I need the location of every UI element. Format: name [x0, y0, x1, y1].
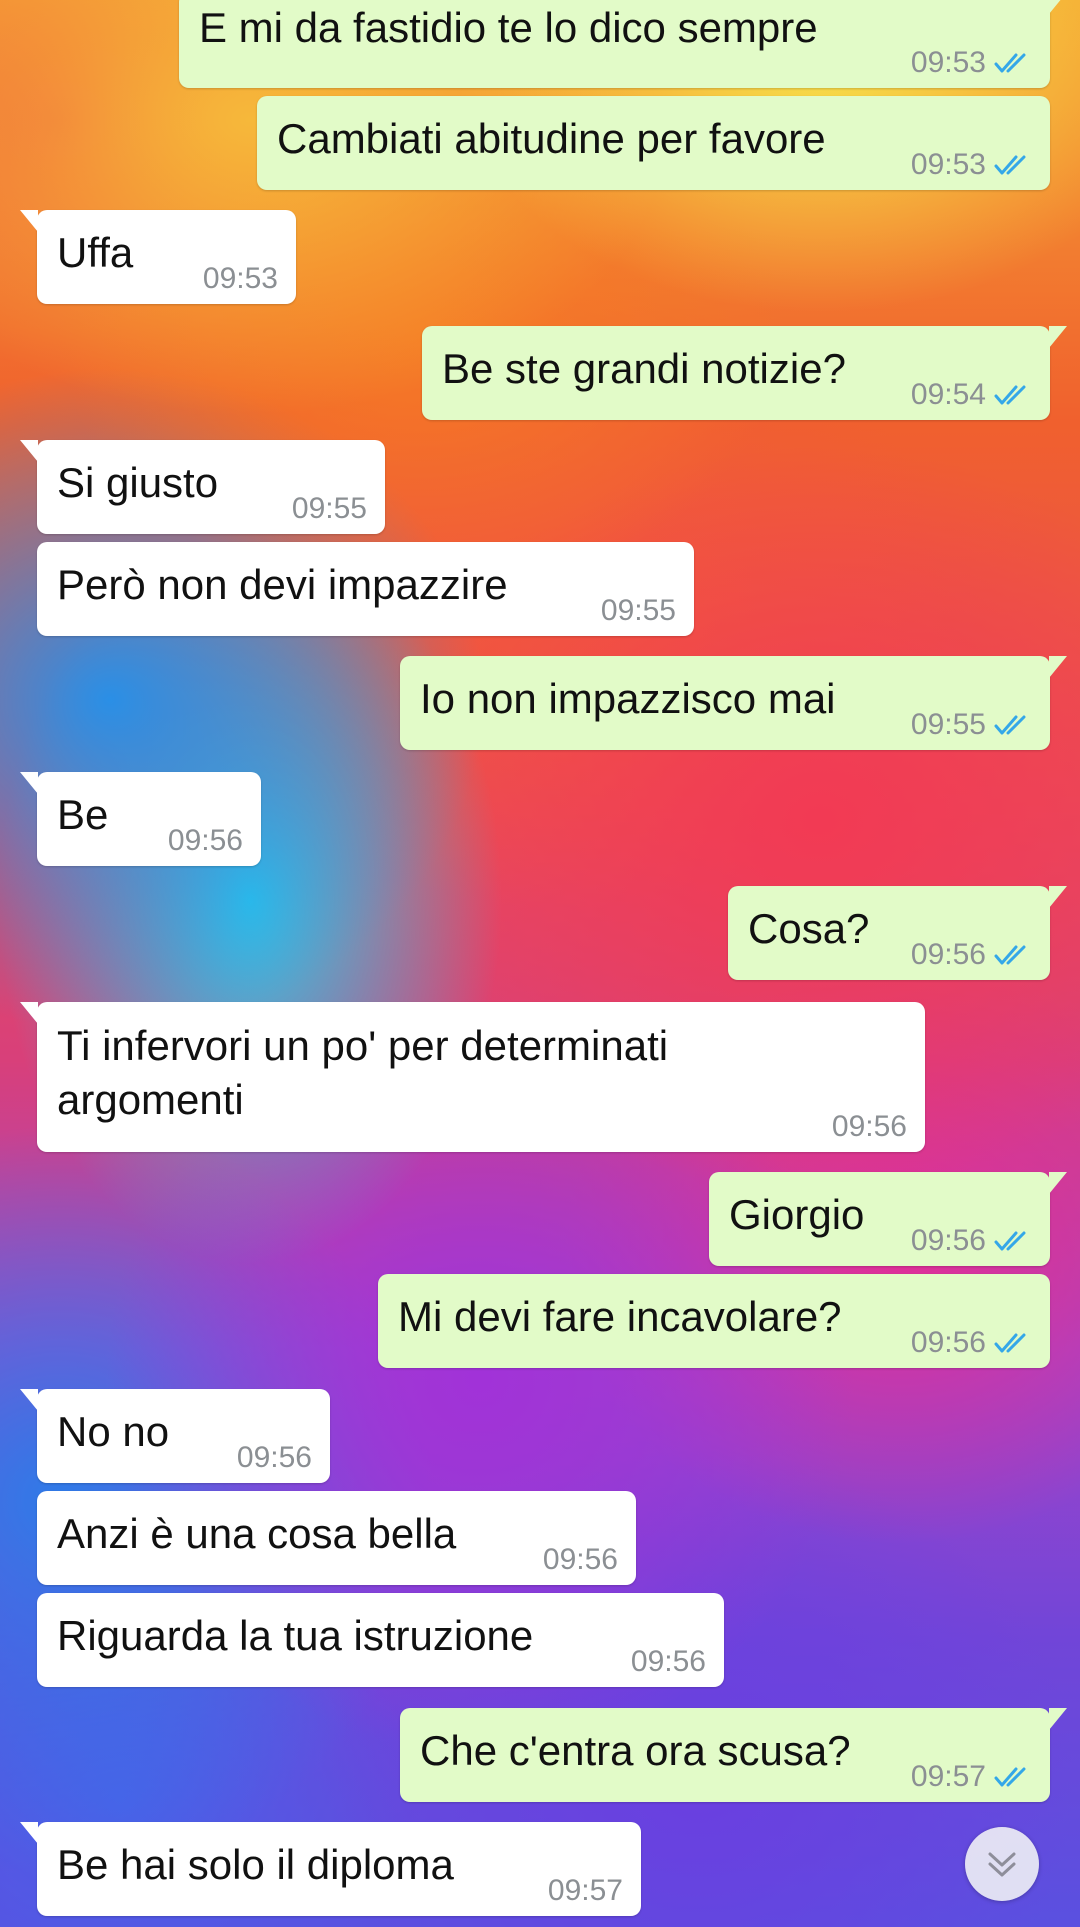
message-time: 09:56: [630, 1645, 706, 1678]
message-time: 09:56: [831, 1110, 907, 1143]
message-text: No no: [57, 1408, 170, 1455]
message-meta: 09:56: [911, 1326, 1032, 1360]
message-incoming[interactable]: Però non devi impazzire 09:55: [37, 542, 694, 636]
message-meta: 09:55: [911, 708, 1032, 742]
message-text: Che c'entra ora scusa?: [420, 1727, 851, 1774]
message-text: Be ste grandi notizie?: [442, 345, 846, 392]
message-outgoing[interactable]: Che c'entra ora scusa? 09:57: [400, 1708, 1067, 1802]
bubble-tail: [20, 772, 38, 794]
double-check-icon: [994, 1231, 1026, 1251]
message-outgoing[interactable]: Be ste grandi notizie? 09:54: [422, 326, 1067, 420]
message-incoming[interactable]: Uffa 09:53: [20, 210, 296, 304]
message-time: 09:53: [910, 148, 986, 181]
message-time: 09:54: [910, 378, 986, 411]
bubble-tail: [20, 1822, 38, 1844]
message-text: Mi devi fare incavolare?: [398, 1293, 842, 1340]
bubble-tail: [1049, 0, 1067, 14]
message-meta: 09:53: [911, 46, 1032, 80]
double-check-icon: [994, 155, 1026, 175]
message-time: 09:55: [600, 594, 676, 627]
chevron-double-down-icon: [988, 1852, 1016, 1877]
message-time: 09:56: [167, 824, 243, 857]
message-text: Uffa: [57, 229, 134, 276]
bubble-tail: [1049, 886, 1067, 908]
message-outgoing[interactable]: Cambiati abitudine per favore 09:53: [257, 96, 1050, 190]
message-incoming[interactable]: No no 09:56: [20, 1389, 330, 1483]
message-meta: 09:56: [911, 938, 1032, 972]
bubble-tail: [20, 1002, 38, 1024]
message-text: Riguarda la tua istruzione: [57, 1612, 534, 1659]
double-check-icon: [994, 1767, 1026, 1787]
message-incoming[interactable]: Ti infervori un po' per determinati argo…: [20, 1002, 925, 1152]
message-text: Cambiati abitudine per favore: [277, 115, 826, 162]
message-meta: 09:56: [911, 1224, 1032, 1258]
double-check-icon: [994, 1333, 1026, 1353]
message-outgoing[interactable]: Io non impazzisco mai 09:55: [400, 656, 1067, 750]
message-meta: 09:54: [911, 378, 1032, 412]
double-check-icon: [994, 945, 1026, 965]
message-text: Però non devi impazzire: [57, 561, 508, 608]
message-time: 09:53: [910, 46, 986, 79]
message-text: Be hai solo il diploma: [57, 1841, 454, 1888]
bubble-tail: [1049, 1172, 1067, 1194]
bubble-tail: [20, 1389, 38, 1411]
scroll-to-bottom-button[interactable]: [965, 1827, 1039, 1901]
message-outgoing[interactable]: Mi devi fare incavolare? 09:56: [378, 1274, 1050, 1368]
message-text: E mi da fastidio te lo dico sempre: [199, 4, 818, 51]
message-time: 09:57: [547, 1874, 623, 1907]
message-meta: 09:53: [911, 148, 1032, 182]
message-time: 09:55: [910, 708, 986, 741]
message-text-line-2: argomenti: [57, 1076, 244, 1123]
message-incoming[interactable]: Si giusto 09:55: [20, 440, 385, 534]
message-meta: 09:57: [911, 1760, 1032, 1794]
double-check-icon: [994, 385, 1026, 405]
message-time: 09:57: [910, 1760, 986, 1793]
bubble-tail: [1049, 656, 1067, 678]
message-text: Anzi è una cosa bella: [57, 1510, 457, 1557]
message-time: 09:56: [910, 938, 986, 971]
double-check-icon: [994, 53, 1026, 73]
message-time: 09:56: [910, 1224, 986, 1257]
double-check-icon: [994, 715, 1026, 735]
message-time: 09:56: [236, 1441, 312, 1474]
message-time: 09:55: [291, 492, 367, 525]
bubble-tail: [20, 440, 38, 462]
message-text: Si giusto: [57, 459, 219, 506]
message-outgoing[interactable]: E mi da fastidio te lo dico sempre 09:53: [179, 0, 1067, 88]
message-text: Cosa?: [748, 905, 870, 952]
message-time: 09:56: [542, 1543, 618, 1576]
message-incoming[interactable]: Anzi è una cosa bella 09:56: [37, 1491, 636, 1585]
message-time: 09:53: [202, 262, 278, 295]
message-text-line-1: Ti infervori un po' per determinati: [57, 1022, 669, 1069]
message-outgoing[interactable]: Giorgio 09:56: [709, 1172, 1067, 1266]
message-time: 09:56: [910, 1326, 986, 1359]
message-outgoing[interactable]: Cosa? 09:56: [728, 886, 1067, 980]
message-text: Io non impazzisco mai: [420, 675, 836, 722]
bubble-tail: [1049, 326, 1067, 348]
bubble-tail: [20, 210, 38, 232]
message-text: Be: [57, 791, 109, 838]
message-incoming[interactable]: Be hai solo il diploma 09:57: [20, 1822, 641, 1916]
message-incoming[interactable]: Riguarda la tua istruzione 09:56: [37, 1593, 724, 1687]
message-text: Giorgio: [729, 1191, 865, 1238]
message-incoming[interactable]: Be 09:56: [20, 772, 261, 866]
bubble-tail: [1049, 1708, 1067, 1730]
